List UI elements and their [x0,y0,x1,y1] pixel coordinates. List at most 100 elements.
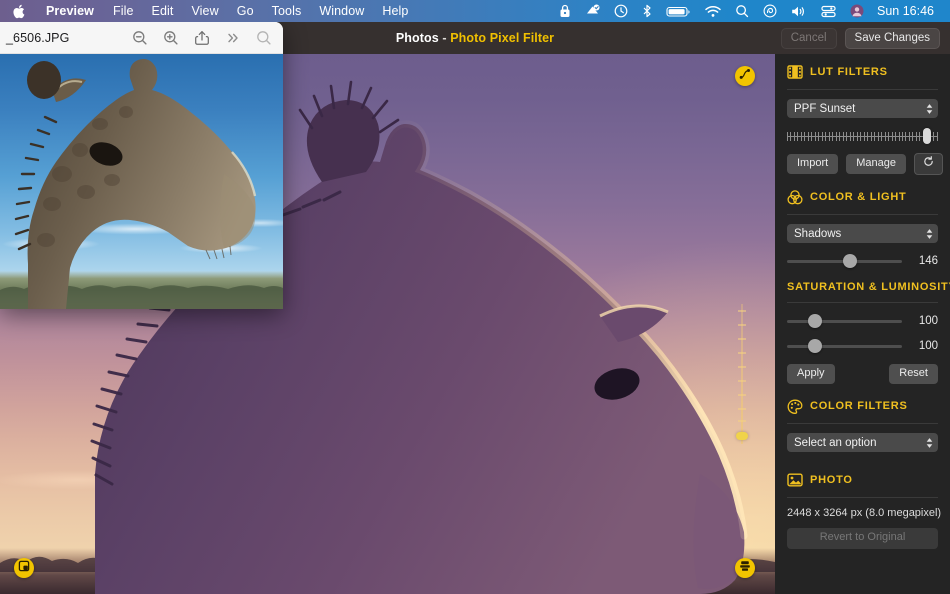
luminosity-slider-row: 100 [787,339,938,354]
menu-item-view[interactable]: View [182,0,227,22]
saturation-slider-handle[interactable] [807,314,822,329]
app-title: Photos - Photo Pixel Filter [396,31,554,45]
vertical-slider-handle[interactable] [736,432,748,440]
color-filter-select[interactable]: Select an option [787,433,938,453]
lut-filters-divider [787,89,938,90]
lut-intensity-handle[interactable] [922,128,931,144]
cancel-button[interactable]: Cancel [780,27,837,49]
photo-dimensions: 2448 x 3264 px (8.0 megapixel) [787,507,942,520]
shortcuts-icon[interactable] [578,0,607,22]
color-light-header: COLOR & LIGHT [787,189,938,205]
manage-button[interactable]: Manage [846,154,906,175]
revert-to-original-button[interactable]: Revert to Original [787,528,938,549]
saturation-luminosity-header: SATURATION & LUMINOSITY [787,281,950,293]
screen-lock-icon[interactable] [552,0,578,22]
share-icon[interactable] [186,22,217,54]
chevron-updown-icon [926,437,933,448]
lut-filters-header: LUT FILTERS [787,64,938,80]
clock-icon[interactable] [607,0,635,22]
vertical-slider-ticks [738,304,746,444]
luminosity-slider-value: 100 [918,340,938,353]
user-avatar-icon[interactable] [843,0,871,22]
curve-adjust-button[interactable] [735,66,755,86]
lut-intensity-ticks [787,132,938,141]
export-stack-icon [739,559,751,577]
preview-toolbar: _6506.JPG [0,22,283,54]
preview-toolbar-tools [124,22,283,54]
luminosity-slider-track [787,345,902,349]
photo-info-label: PHOTO [810,474,853,487]
chevron-updown-icon [926,228,933,239]
saturation-slider[interactable] [787,314,902,329]
image-icon [787,472,803,488]
photo-info-divider [787,497,938,499]
lut-filters-section: LUT FILTERS PPF Sunset Import Manage [787,64,943,176]
save-changes-button[interactable]: Save Changes [844,27,940,49]
menu-item-help[interactable]: Help [373,0,417,22]
wifi-icon[interactable] [698,0,728,22]
shadows-slider-value: 146 [918,255,938,268]
app-title-separator: - [438,31,451,45]
screen: Preview File Edit View Go Tools Window H… [0,0,950,594]
apply-button[interactable]: Apply [787,364,835,385]
saturation-slider-value: 100 [918,315,938,328]
color-filter-value: Select an option [794,436,877,449]
preview-photo-image [0,54,283,309]
title-bar-actions: Cancel Save Changes [780,22,940,54]
color-channel-select[interactable]: Shadows [787,224,938,244]
editor-sidebar: LUT FILTERS PPF Sunset Import Manage COL… [775,54,950,594]
lut-preset-value: PPF Sunset [794,102,856,115]
macos-menu-bar: Preview File Edit View Go Tools Window H… [0,0,950,22]
shadows-slider-handle[interactable] [843,254,858,269]
luminosity-slider[interactable] [787,339,902,354]
zoom-in-icon[interactable] [155,22,186,54]
lut-filters-label: LUT FILTERS [810,66,888,78]
palette-icon [787,398,803,414]
app-title-primary: Photos [395,31,439,45]
apple-logo-icon[interactable] [0,4,36,19]
luminosity-slider-handle[interactable] [807,339,822,354]
shadows-slider-row: 146 [787,254,938,269]
saturation-slider-track [787,320,902,324]
export-button[interactable] [735,558,755,578]
control-center-icon[interactable] [814,0,843,22]
lut-intensity-slider[interactable] [787,128,938,144]
reset-button[interactable]: Reset [889,364,938,385]
siri-icon[interactable] [756,0,784,22]
preview-window[interactable]: _6506.JPG [0,22,283,309]
menu-item-preview[interactable]: Preview [36,0,104,22]
color-filters-label: COLOR FILTERS [810,400,908,413]
more-chevrons-icon[interactable] [217,22,248,54]
curve-path-icon [739,67,751,85]
spotlight-search-icon[interactable] [728,0,756,22]
zoom-out-icon[interactable] [124,22,155,54]
menu-item-edit[interactable]: Edit [143,0,183,22]
lut-preset-select[interactable]: PPF Sunset [787,99,938,118]
refresh-icon [923,156,934,171]
chevron-updown-icon [926,103,933,114]
color-light-section: COLOR & LIGHT Shadows 146 [787,189,938,269]
volume-icon[interactable] [784,0,814,22]
menu-item-window[interactable]: Window [310,0,373,22]
color-filters-header: COLOR FILTERS [787,398,938,414]
menu-item-file[interactable]: File [104,0,143,22]
venn-circles-icon [787,189,803,205]
crop-button[interactable] [14,558,34,578]
intensity-vertical-slider[interactable] [736,304,748,444]
menu-item-go[interactable]: Go [228,0,263,22]
menu-bar-clock[interactable]: Sun 16:46 [871,4,942,18]
photo-info-section: PHOTO 2448 x 3264 px (8.0 megapixel) Rev… [787,472,942,549]
battery-icon[interactable] [659,0,698,22]
saturation-luminosity-section: SATURATION & LUMINOSITY 100 100 Apply Re… [787,281,950,385]
saturation-luminosity-label: SATURATION & LUMINOSITY [787,281,950,294]
photo-info-header: PHOTO [787,472,938,488]
bluetooth-icon[interactable] [635,0,659,22]
menu-item-tools[interactable]: Tools [263,0,311,22]
app-title-accent: Photo Pixel Filter [450,31,555,45]
search-icon[interactable] [248,22,279,54]
refresh-button[interactable] [913,153,943,176]
shadows-slider[interactable] [787,254,902,269]
saturation-luminosity-divider [787,302,938,304]
preview-giraffe [0,59,283,309]
import-button[interactable]: Import [787,154,839,175]
